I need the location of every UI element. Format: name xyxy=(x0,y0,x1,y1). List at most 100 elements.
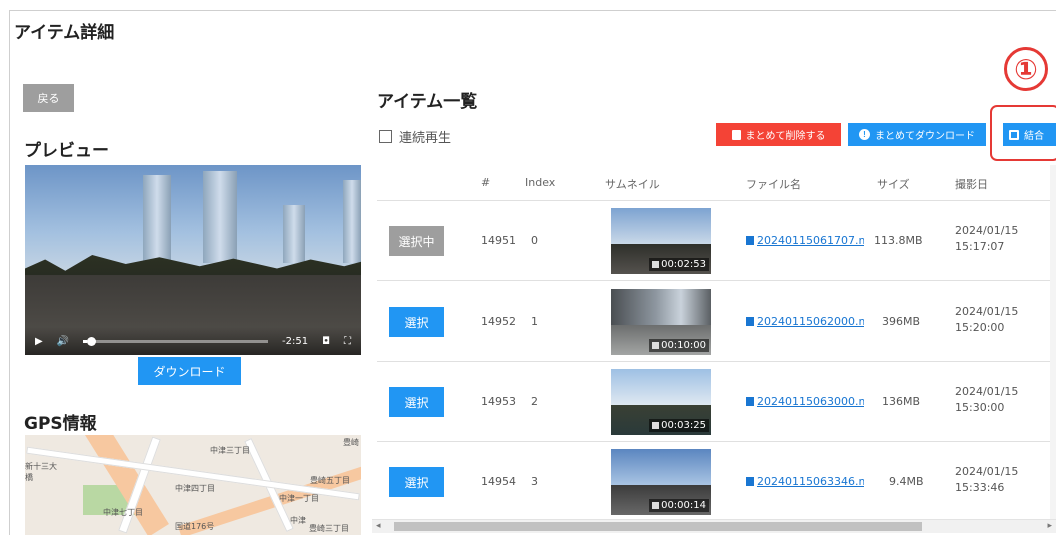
back-button[interactable]: 戻る xyxy=(23,84,74,112)
video-controls: ▶ 🔊 -2:51 ◘ ⛶ xyxy=(25,327,361,355)
item-list-heading: アイテム一覧 xyxy=(377,92,478,112)
delete-all-button[interactable]: まとめて削除する xyxy=(716,123,841,146)
gps-map[interactable]: 中津三丁目 新十三大橋 中津四丁目 中津一丁目 豊崎五丁目 中津七丁目 中津 豊… xyxy=(25,435,361,535)
row-date: 2024/01/15 15:20:00 xyxy=(955,304,1018,336)
row-select-button[interactable]: 選択中 xyxy=(389,226,444,256)
map-label: 中津一丁目 xyxy=(279,494,319,503)
continuous-play-checkbox[interactable] xyxy=(379,130,392,143)
table-horizontal-scrollbar[interactable]: ◂ ▸ xyxy=(372,519,1056,533)
video-duration-icon xyxy=(652,261,660,268)
file-name: 20240115061707.mp4 xyxy=(757,234,864,247)
row-id: 14951 xyxy=(481,234,516,247)
row-index: 0 xyxy=(531,234,538,247)
video-progress-knob[interactable] xyxy=(86,336,96,346)
download-icon: ! xyxy=(859,129,870,140)
row-date: 2024/01/15 15:17:07 xyxy=(955,223,1018,255)
file-icon xyxy=(746,477,754,486)
row-date-day: 2024/01/15 xyxy=(955,465,1019,478)
continuous-play-label: 連続再生 xyxy=(399,131,452,146)
thumbnail-duration: 00:02:53 xyxy=(649,258,709,271)
row-select-button[interactable]: 選択 xyxy=(389,307,444,337)
row-id: 14952 xyxy=(481,315,516,328)
row-file-link[interactable]: 20240115063346.mp4 xyxy=(746,475,864,488)
download-all-button[interactable]: ! まとめてダウンロード xyxy=(848,123,986,146)
map-label: 国道176号 xyxy=(175,522,215,531)
video-player[interactable]: ▶ 🔊 -2:51 ◘ ⛶ xyxy=(25,165,361,355)
column-header-date[interactable]: 撮影日 xyxy=(955,176,988,192)
file-name: 20240115063000.mp4 xyxy=(757,395,864,408)
volume-icon[interactable]: 🔊 xyxy=(57,336,69,347)
download-button[interactable]: ダウンロード xyxy=(138,357,241,385)
row-select-button[interactable]: 選択 xyxy=(389,467,444,497)
thumbnail-sky xyxy=(611,449,711,486)
video-frame-building xyxy=(343,180,361,263)
video-frame-building xyxy=(203,171,237,263)
map-label: 新十三大橋 xyxy=(25,462,57,482)
video-frame-building xyxy=(143,175,171,263)
column-header-index[interactable]: Index xyxy=(525,176,555,189)
continuous-play-toggle[interactable]: 連続再生 xyxy=(379,127,451,146)
scroll-right-arrow-icon[interactable]: ▸ xyxy=(1047,521,1052,531)
row-date-day: 2024/01/15 xyxy=(955,305,1019,318)
column-header-thumbnail[interactable]: サムネイル xyxy=(605,176,660,192)
file-icon xyxy=(746,236,754,245)
video-frame-building xyxy=(283,205,305,263)
scroll-left-arrow-icon[interactable]: ◂ xyxy=(376,521,381,531)
download-all-label: まとめてダウンロード xyxy=(875,131,975,142)
duration-text: 00:03:25 xyxy=(661,420,706,431)
row-file-link[interactable]: 20240115062000.mp4 xyxy=(746,315,864,328)
row-size: 113.8MB xyxy=(874,234,923,247)
annotation-highlight-box xyxy=(990,105,1056,161)
column-header-size[interactable]: サイズ xyxy=(877,176,910,192)
row-date-time: 15:33:46 xyxy=(955,481,1005,494)
thumbnail-duration: 00:03:25 xyxy=(649,419,709,432)
scrollbar-thumb[interactable] xyxy=(394,522,922,531)
gps-heading: GPS情報 xyxy=(24,414,97,434)
play-icon[interactable]: ▶ xyxy=(35,336,43,347)
annotation-number: ① xyxy=(1004,47,1048,91)
thumbnail-sky xyxy=(611,289,711,326)
row-select-button[interactable]: 選択 xyxy=(389,387,444,417)
map-label: 中津三丁目 xyxy=(210,446,250,455)
row-thumbnail[interactable]: 00:03:25 xyxy=(611,369,711,435)
row-thumbnail[interactable]: 00:00:14 xyxy=(611,449,711,515)
map-label: 豊崎 xyxy=(343,438,359,447)
delete-all-label: まとめて削除する xyxy=(745,131,826,142)
duration-text: 00:02:53 xyxy=(661,259,706,270)
preview-heading: プレビュー xyxy=(24,141,109,161)
picture-in-picture-icon[interactable]: ◘ xyxy=(322,336,330,347)
duration-text: 00:00:14 xyxy=(661,500,706,511)
thumbnail-sky xyxy=(611,369,711,406)
row-date-day: 2024/01/15 xyxy=(955,385,1019,398)
map-label: 中津七丁目 xyxy=(103,508,143,517)
row-date-time: 15:20:00 xyxy=(955,321,1005,334)
row-date-time: 15:17:07 xyxy=(955,240,1005,253)
trash-icon xyxy=(731,129,741,140)
map-label: 豊崎五丁目 xyxy=(310,476,350,485)
file-icon xyxy=(746,397,754,406)
thumbnail-sky xyxy=(611,208,711,245)
row-size: 136MB xyxy=(882,395,921,408)
map-label: 中津 xyxy=(290,516,306,525)
row-thumbnail[interactable]: 00:10:00 xyxy=(611,289,711,355)
row-date-day: 2024/01/15 xyxy=(955,224,1019,237)
map-label: 豊崎三丁目 xyxy=(309,524,349,533)
video-progress-bar[interactable] xyxy=(83,336,268,346)
thumbnail-duration: 00:00:14 xyxy=(649,499,709,512)
file-icon xyxy=(746,317,754,326)
video-duration-icon xyxy=(652,502,660,509)
map-label: 中津四丁目 xyxy=(175,484,215,493)
row-id: 14953 xyxy=(481,395,516,408)
column-header-id[interactable]: # xyxy=(481,176,490,189)
fullscreen-icon[interactable]: ⛶ xyxy=(344,336,351,347)
video-duration-icon xyxy=(652,342,660,349)
table-row: 選択 14954 3 00:00:14 20240115063346.mp4 9… xyxy=(377,442,1056,522)
table-row: 選択中 14951 0 00:02:53 20240115061707.mp4 … xyxy=(377,201,1056,281)
row-thumbnail[interactable]: 00:02:53 xyxy=(611,208,711,274)
row-file-link[interactable]: 20240115063000.mp4 xyxy=(746,395,864,408)
table-row: 選択 14952 1 00:10:00 20240115062000.mp4 3… xyxy=(377,282,1056,362)
table-vertical-scrollbar[interactable] xyxy=(1050,165,1056,519)
row-file-link[interactable]: 20240115061707.mp4 xyxy=(746,234,864,247)
column-header-filename[interactable]: ファイル名 xyxy=(746,176,801,192)
row-index: 3 xyxy=(531,475,538,488)
